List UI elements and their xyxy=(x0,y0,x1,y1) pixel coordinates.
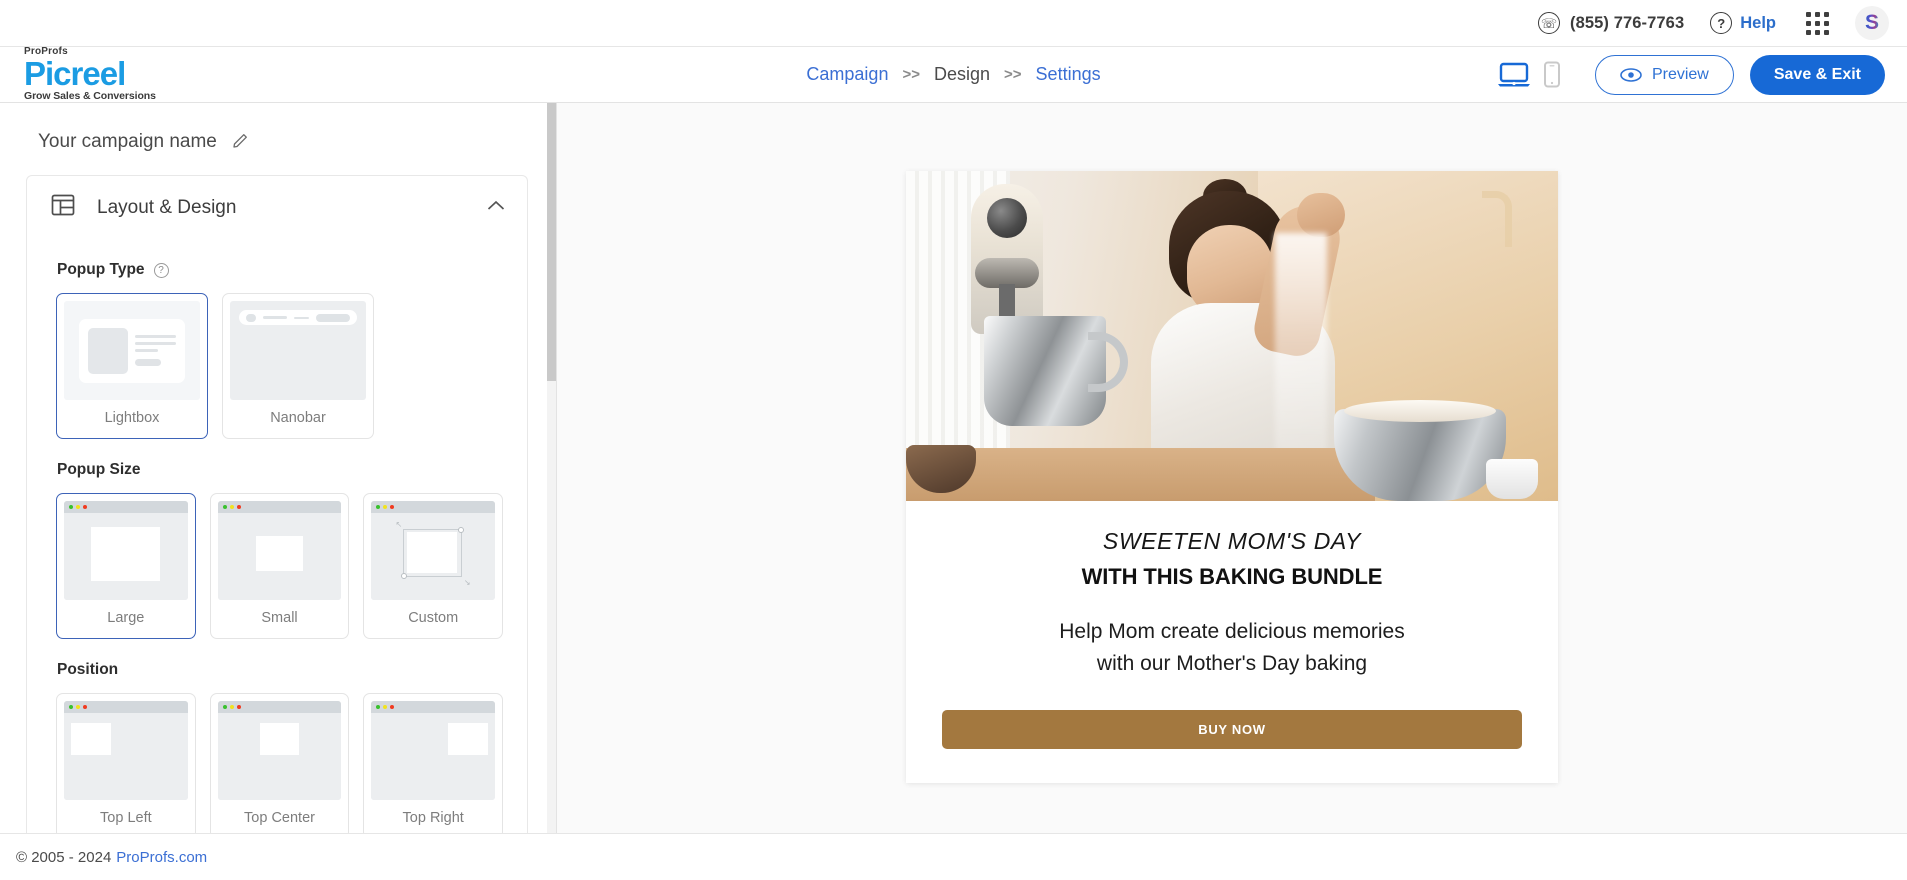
large-thumbnail xyxy=(64,501,188,600)
popup-type-label: Popup Type xyxy=(57,261,145,278)
top-left-thumbnail xyxy=(64,701,188,800)
popup-size-label-large: Large xyxy=(107,610,145,626)
eye-icon xyxy=(1620,67,1642,82)
popup-type-options: Lightbox Nanobar xyxy=(51,293,503,439)
popup-size-option-custom[interactable]: ↖ ↘ Custom xyxy=(363,493,504,639)
layout-design-title: Layout & Design xyxy=(97,196,237,218)
pencil-icon[interactable] xyxy=(233,131,250,153)
popup-size-options: Large Small ↖ ↘ Custom xyxy=(51,493,504,639)
layout-design-panel-header[interactable]: Layout & Design xyxy=(27,176,527,239)
popup-preview[interactable]: SWEETEN MOM'S DAY WITH THIS BAKING BUNDL… xyxy=(906,171,1558,783)
help-label: Help xyxy=(1740,13,1776,32)
popup-type-option-nanobar[interactable]: Nanobar xyxy=(222,293,374,439)
preview-canvas: SWEETEN MOM'S DAY WITH THIS BAKING BUNDL… xyxy=(557,103,1907,880)
question-circle-icon: ? xyxy=(1710,12,1733,34)
popup-type-option-lightbox[interactable]: Lightbox xyxy=(56,293,208,439)
desktop-icon[interactable] xyxy=(1493,58,1535,92)
popup-body-line-2[interactable]: with our Mother's Day baking xyxy=(942,649,1522,679)
save-exit-button[interactable]: Save & Exit xyxy=(1749,54,1885,95)
breadcrumb-campaign[interactable]: Campaign xyxy=(806,64,888,85)
position-option-top-left[interactable]: Top Left xyxy=(56,693,196,839)
position-options: Top Left Top Center Top Right xyxy=(51,693,504,839)
popup-type-label-row: Popup Type ? xyxy=(57,261,503,279)
breadcrumb-separator: >> xyxy=(902,66,920,83)
custom-thumbnail: ↖ ↘ xyxy=(371,501,496,600)
logo-tagline: Grow Sales & Conversions xyxy=(24,90,156,103)
top-center-thumbnail xyxy=(217,701,342,800)
popup-hero-image[interactable] xyxy=(906,171,1558,501)
small-thumbnail xyxy=(217,501,342,600)
body-wrapper: Your campaign name Layout & Design Popup… xyxy=(0,103,1907,880)
phone-number: (855) 776-7763 xyxy=(1570,13,1685,32)
nanobar-thumbnail xyxy=(230,301,366,400)
apps-grid-icon[interactable] xyxy=(1806,11,1829,35)
layout-icon xyxy=(51,193,75,222)
lightbox-thumbnail xyxy=(64,301,200,400)
footer: © 2005 - 2024 ProProfs.com xyxy=(0,833,1907,880)
breadcrumb-settings[interactable]: Settings xyxy=(1036,64,1101,85)
popup-type-label-nanobar: Nanobar xyxy=(270,410,326,426)
campaign-name: Your campaign name xyxy=(38,131,217,152)
utility-bar: ☏ (855) 776-7763 ? Help S xyxy=(0,0,1907,46)
popup-content: SWEETEN MOM'S DAY WITH THIS BAKING BUNDL… xyxy=(906,501,1558,783)
popup-size-label-custom: Custom xyxy=(408,610,459,626)
help-button[interactable]: ? Help xyxy=(1710,12,1776,34)
popup-size-option-large[interactable]: Large xyxy=(56,493,196,639)
top-right-thumbnail xyxy=(371,701,496,800)
popup-size-label-row: Popup Size xyxy=(57,461,503,479)
position-label-row: Position xyxy=(57,661,503,679)
sidebar: Your campaign name Layout & Design Popup… xyxy=(0,103,557,880)
preview-button[interactable]: Preview xyxy=(1594,54,1734,95)
position-label: Position xyxy=(57,661,119,678)
position-option-top-center[interactable]: Top Center xyxy=(209,693,350,839)
sidebar-scrollbar-track[interactable] xyxy=(547,103,556,880)
phone-block[interactable]: ☏ (855) 776-7763 xyxy=(1538,12,1684,34)
preview-label: Preview xyxy=(1651,65,1709,83)
popup-size-option-small[interactable]: Small xyxy=(209,493,350,639)
popup-size-label-small: Small xyxy=(261,610,298,626)
app-header: ProProfs Picreel Grow Sales & Conversion… xyxy=(0,46,1907,103)
sidebar-scrollbar-thumb[interactable] xyxy=(547,103,556,381)
position-option-top-right[interactable]: Top Right xyxy=(363,693,504,839)
logo[interactable]: ProProfs Picreel Grow Sales & Conversion… xyxy=(0,46,300,103)
breadcrumb: Campaign >> Design >> Settings xyxy=(806,64,1100,85)
layout-design-panel: Layout & Design Popup Type ? Lightbox Na… xyxy=(26,175,528,850)
popup-cta-button[interactable]: BUY NOW xyxy=(942,709,1522,749)
popup-body-line-1[interactable]: Help Mom create delicious memories xyxy=(942,617,1522,647)
layout-design-panel-body: Popup Type ? Lightbox Nanobar Popup Size… xyxy=(27,261,527,849)
campaign-name-row: Your campaign name xyxy=(0,103,556,175)
popup-headline[interactable]: SWEETEN MOM'S DAY xyxy=(942,528,1522,555)
header-actions: Preview Save & Exit xyxy=(1493,54,1907,95)
avatar-initial: S xyxy=(1864,11,1879,34)
chevron-up-icon[interactable] xyxy=(487,199,505,217)
popup-size-label: Popup Size xyxy=(57,461,141,478)
mobile-icon[interactable] xyxy=(1539,57,1565,92)
question-mark-icon[interactable]: ? xyxy=(153,262,169,278)
proprofs-link[interactable]: ProProfs.com xyxy=(116,849,207,866)
popup-type-label-lightbox: Lightbox xyxy=(104,410,160,426)
breadcrumb-design[interactable]: Design xyxy=(934,64,990,85)
breadcrumb-separator: >> xyxy=(1004,66,1022,83)
popup-subheadline[interactable]: WITH THIS BAKING BUNDLE xyxy=(942,564,1522,590)
phone-icon: ☏ xyxy=(1538,12,1560,34)
copyright-text: © 2005 - 2024 xyxy=(16,848,112,866)
avatar[interactable]: S xyxy=(1855,6,1889,40)
logo-name: Picreel xyxy=(24,54,126,92)
